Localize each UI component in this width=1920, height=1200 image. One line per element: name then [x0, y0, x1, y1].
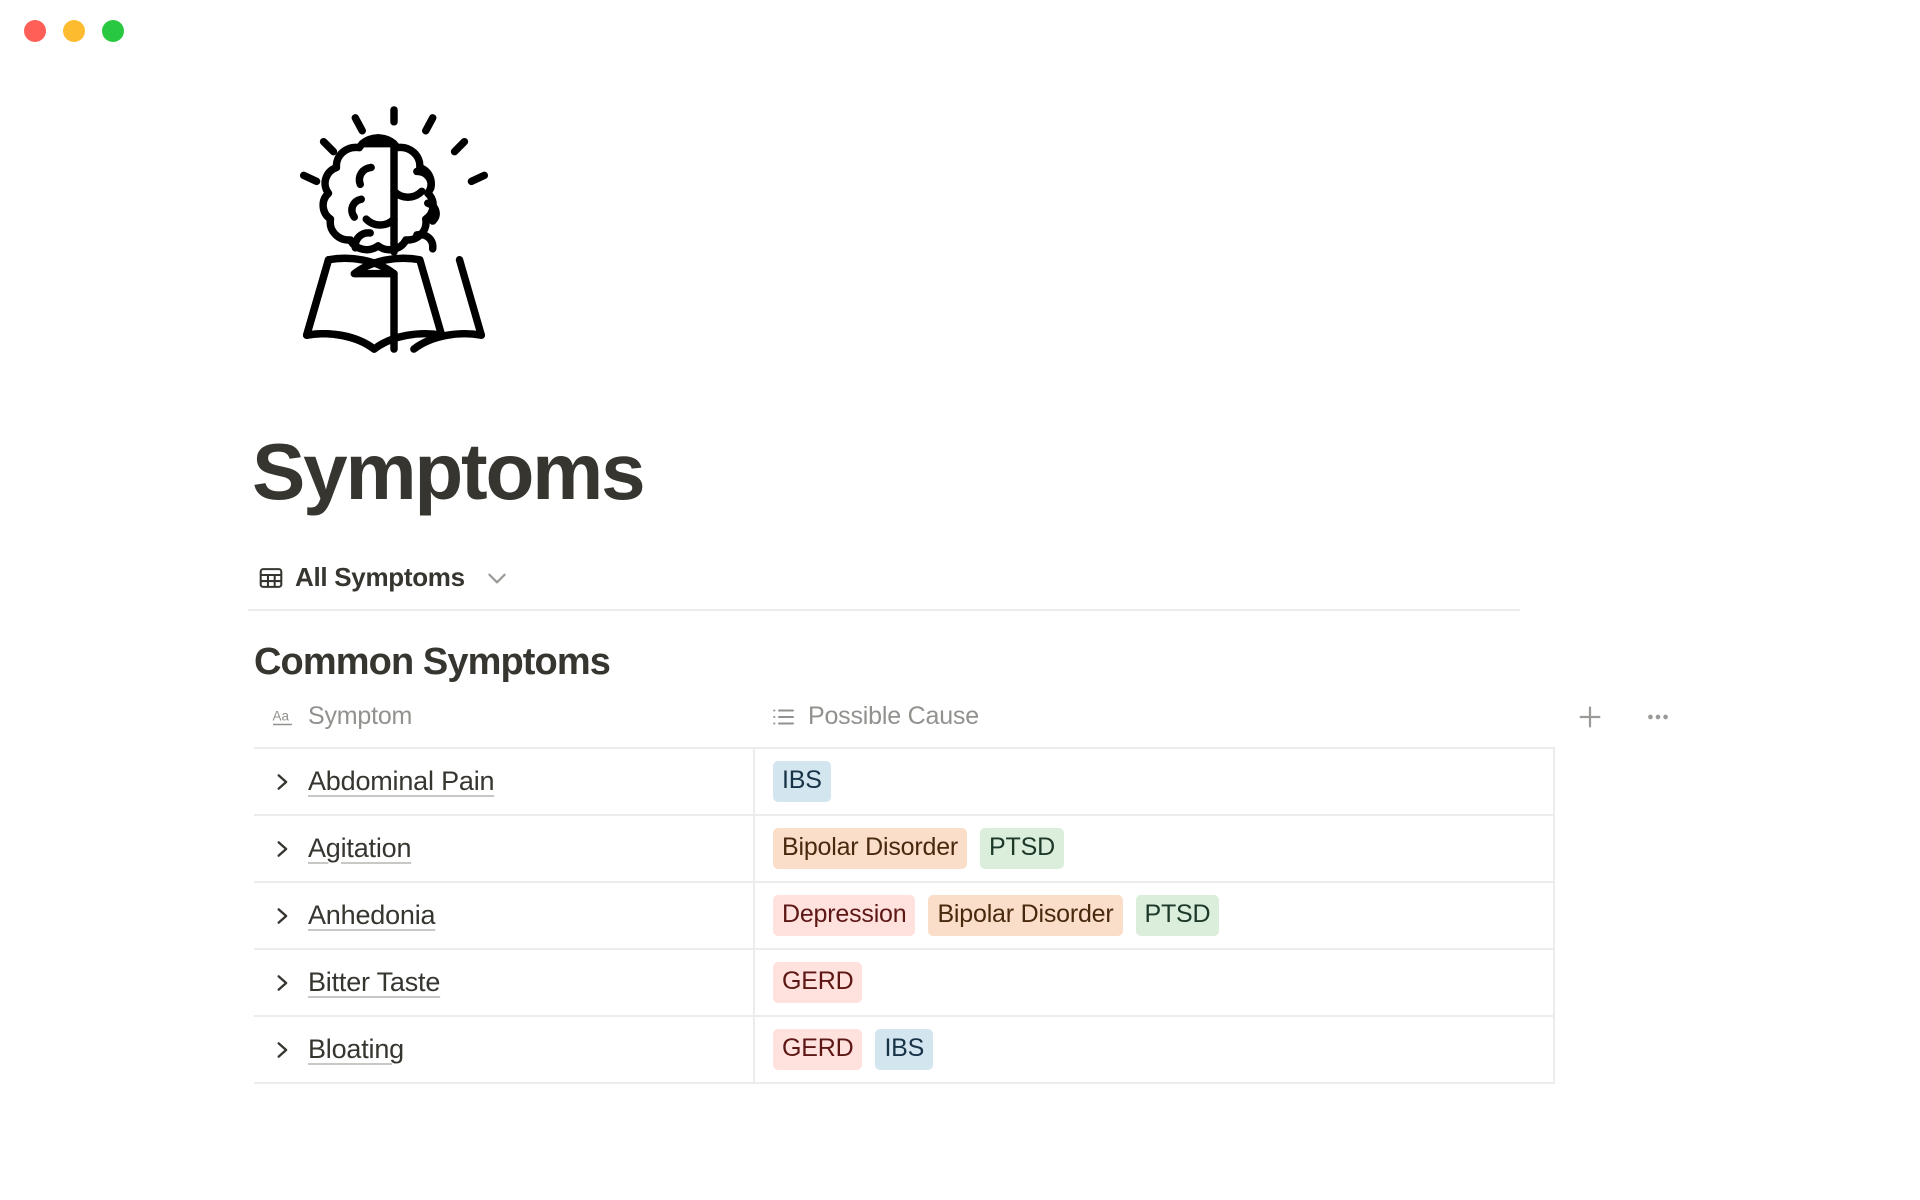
multi-select-icon — [772, 705, 796, 729]
plus-icon[interactable] — [1576, 703, 1604, 731]
window-titlebar — [0, 0, 1920, 62]
cell-symptom: Abdominal Pain — [254, 748, 755, 815]
row-page-link[interactable]: Bitter Taste — [308, 967, 440, 998]
row-page-link[interactable]: Abdominal Pain — [308, 766, 495, 797]
chevron-down-icon[interactable] — [484, 565, 510, 591]
cell-possible-cause[interactable]: Bipolar Disorder PTSD — [754, 815, 1555, 882]
chevron-right-icon[interactable] — [272, 772, 292, 792]
table-header-row: Aa Symptom Possible Cause — [254, 702, 1668, 748]
section-title: Common Symptoms — [254, 641, 611, 683]
cell-symptom: Bloating — [254, 1016, 755, 1083]
close-window-button[interactable] — [24, 20, 46, 42]
view-tab-label: All Symptoms — [295, 562, 465, 592]
row-page-link[interactable]: Agitation — [308, 833, 411, 864]
table-row[interactable]: Agitation Bipolar Disorder PTSD — [254, 815, 1555, 882]
cell-possible-cause[interactable]: Depression Bipolar Disorder PTSD — [754, 882, 1555, 949]
page-title: Symptoms — [252, 427, 646, 516]
chevron-right-icon[interactable] — [272, 1040, 292, 1060]
column-header-symptom[interactable]: Aa Symptom — [254, 702, 754, 748]
view-tab-all-symptoms[interactable]: All Symptoms — [252, 558, 516, 603]
cause-tag: Bipolar Disorder — [928, 895, 1123, 936]
cause-tag: Bipolar Disorder — [773, 828, 968, 869]
table-body: Abdominal Pain IBS Agitation Bipolar Disord… — [254, 748, 1555, 1083]
chevron-right-icon[interactable] — [272, 973, 292, 993]
database-table: Aa Symptom Possible Cause Abdominal Pain… — [254, 702, 1668, 1084]
table-row[interactable]: Anhedonia Depression Bipolar Disorder PTSD — [254, 882, 1555, 949]
table-row[interactable]: Bitter Taste GERD — [254, 949, 1555, 1016]
cell-symptom: Bitter Taste — [254, 949, 755, 1016]
cause-tag: IBS — [773, 761, 831, 802]
ellipsis-icon[interactable] — [1644, 703, 1672, 731]
cell-symptom: Agitation — [254, 815, 755, 882]
cell-symptom: Anhedonia — [254, 882, 755, 949]
view-tab-bar: All Symptoms — [252, 558, 1720, 603]
column-header-possible-cause-label: Possible Cause — [808, 702, 979, 730]
table-icon — [258, 565, 284, 591]
cause-tag: GERD — [773, 962, 863, 1003]
minimize-window-button[interactable] — [63, 20, 85, 42]
cause-tag: PTSD — [1135, 895, 1220, 936]
table-row[interactable]: Abdominal Pain IBS — [254, 748, 1555, 815]
cell-possible-cause[interactable]: GERD IBS — [754, 1016, 1555, 1083]
page-body: Symptoms All Symptoms Common Symptoms Aa… — [0, 100, 1920, 1084]
view-divider — [248, 609, 1520, 611]
zoom-window-button[interactable] — [102, 20, 124, 42]
row-page-link[interactable]: Bloating — [308, 1034, 404, 1065]
table-row[interactable]: Bloating GERD IBS — [254, 1016, 1555, 1083]
brain-book-icon — [266, 100, 524, 358]
chevron-right-icon[interactable] — [272, 839, 292, 859]
cell-possible-cause[interactable]: IBS — [754, 748, 1555, 815]
row-page-link[interactable]: Anhedonia — [308, 900, 436, 931]
cause-tag: IBS — [875, 1029, 934, 1070]
column-header-symptom-label: Symptom — [308, 702, 413, 730]
cell-possible-cause[interactable]: GERD — [754, 949, 1555, 1016]
cause-tag: PTSD — [980, 828, 1064, 869]
column-header-possible-cause[interactable]: Possible Cause — [754, 702, 1554, 748]
page-content: Symptoms All Symptoms Common Symptoms Aa… — [0, 100, 1920, 1084]
cause-tag: GERD — [773, 1029, 863, 1070]
text-type-icon: Aa — [272, 705, 296, 729]
cause-tag: Depression — [773, 895, 916, 936]
traffic-light-group — [24, 20, 124, 42]
chevron-right-icon[interactable] — [272, 906, 292, 926]
svg-text:Aa: Aa — [273, 708, 290, 723]
